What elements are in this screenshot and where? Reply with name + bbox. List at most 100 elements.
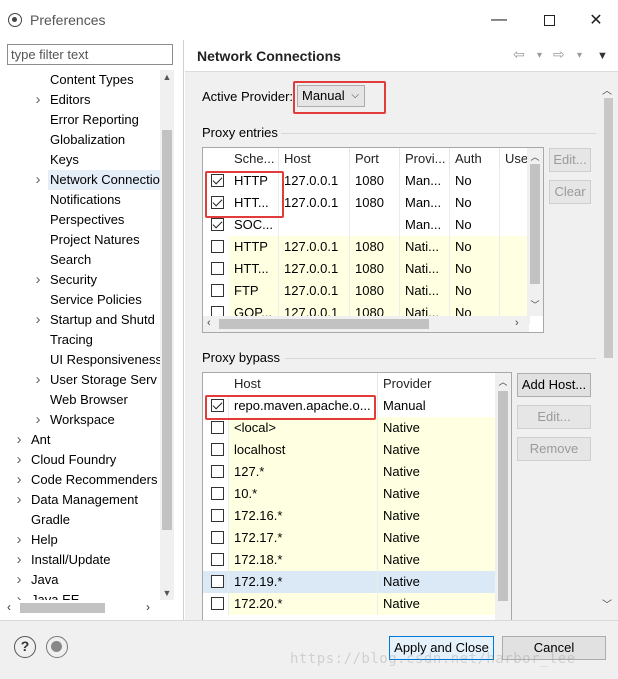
scroll-up-icon[interactable]: ︿: [495, 375, 511, 388]
edit-entry-button[interactable]: Edit...: [549, 148, 591, 172]
edit-host-button[interactable]: Edit...: [517, 405, 591, 429]
proxy-bypass-table[interactable]: Host Provider repo.maven.apache.o... Manua…: [202, 372, 512, 655]
column-header[interactable]: Use: [500, 148, 530, 170]
row-checkbox[interactable]: [211, 421, 224, 434]
clear-entries-button[interactable]: Clear: [549, 180, 591, 204]
table-row[interactable]: repo.maven.apache.o... Manual: [203, 395, 497, 417]
column-header[interactable]: Provider: [378, 373, 497, 395]
tree-item[interactable]: Cloud Foundry: [31, 450, 116, 470]
tree-item[interactable]: Startup and Shutd: [50, 310, 155, 330]
tree-item[interactable]: Project Natures: [50, 230, 140, 250]
scroll-thumb[interactable]: [219, 319, 429, 329]
scroll-thumb[interactable]: [530, 164, 540, 284]
row-checkbox[interactable]: [211, 465, 224, 478]
tree-item[interactable]: Tracing: [50, 330, 93, 350]
chevron-right-icon[interactable]: ›: [13, 490, 25, 510]
tree-item[interactable]: Security: [50, 270, 97, 290]
scroll-right-icon[interactable]: ›: [146, 600, 150, 614]
table-row[interactable]: 172.20.* Native: [203, 593, 497, 615]
scroll-up-icon[interactable]: ︿: [602, 82, 612, 97]
scroll-thumb[interactable]: [20, 603, 105, 613]
tree-item[interactable]: Service Policies: [50, 290, 142, 310]
tree-item[interactable]: User Storage Serv: [50, 370, 157, 390]
tree-item[interactable]: UI Responsiveness: [50, 350, 160, 370]
close-button[interactable]: ✕: [583, 8, 609, 32]
row-checkbox[interactable]: [211, 443, 224, 456]
tree-item[interactable]: Data Management: [31, 490, 138, 510]
tree-item[interactable]: Ant: [31, 430, 51, 450]
scroll-up-icon[interactable]: ︿: [527, 150, 543, 163]
chevron-right-icon[interactable]: ›: [13, 590, 25, 600]
chevron-right-icon[interactable]: ›: [32, 410, 44, 430]
scroll-left-icon[interactable]: ‹: [7, 600, 11, 614]
tree-item[interactable]: Network Connectio: [48, 170, 160, 190]
table-row[interactable]: 172.18.* Native: [203, 549, 497, 571]
scroll-right-icon[interactable]: ›: [515, 317, 519, 329]
forward-dropdown-icon[interactable]: ▾: [577, 50, 582, 61]
chevron-right-icon[interactable]: ›: [32, 310, 44, 330]
table-row[interactable]: 10.* Native: [203, 483, 497, 505]
row-checkbox[interactable]: [211, 487, 224, 500]
row-checkbox[interactable]: [211, 196, 224, 209]
tree-item[interactable]: Java: [31, 570, 58, 590]
column-header[interactable]: Provi...: [400, 148, 450, 170]
table-row[interactable]: HTTP 127.0.0.1 1080 Man... No: [203, 170, 530, 192]
tree-item[interactable]: Keys: [50, 150, 79, 170]
tree-item[interactable]: Search: [50, 250, 91, 270]
active-provider-select[interactable]: Manual ⌵: [297, 85, 365, 107]
row-checkbox[interactable]: [211, 284, 224, 297]
column-header[interactable]: Port: [350, 148, 400, 170]
forward-arrow-icon[interactable]: ⇨: [553, 46, 565, 63]
tree-item[interactable]: Help: [31, 530, 58, 550]
row-checkbox[interactable]: [211, 262, 224, 275]
scroll-left-icon[interactable]: ‹: [207, 317, 211, 329]
tree-item[interactable]: Perspectives: [50, 210, 124, 230]
view-menu-icon[interactable]: ▼: [597, 50, 608, 62]
tree-item[interactable]: Globalization: [50, 130, 125, 150]
table-vertical-scrollbar[interactable]: ︿ ﹀: [527, 148, 543, 316]
column-header[interactable]: Sche...: [229, 148, 279, 170]
row-checkbox[interactable]: [211, 553, 224, 566]
table-row[interactable]: 172.19.* Native: [203, 571, 497, 593]
back-arrow-icon[interactable]: ⇦: [513, 46, 525, 63]
scroll-down-icon[interactable]: ﹀: [602, 596, 612, 611]
table-horizontal-scrollbar[interactable]: ‹ ›: [203, 316, 529, 332]
tree-vertical-scrollbar[interactable]: ▲ ▼: [160, 70, 174, 600]
scroll-thumb[interactable]: [498, 391, 508, 601]
record-macro-icon[interactable]: [46, 636, 68, 658]
table-row[interactable]: <local> Native: [203, 417, 497, 439]
row-checkbox[interactable]: [211, 575, 224, 588]
table-row[interactable]: FTP 127.0.0.1 1080 Nati... No: [203, 280, 530, 302]
table-row[interactable]: 127.* Native: [203, 461, 497, 483]
tree-item[interactable]: Workspace: [50, 410, 115, 430]
chevron-right-icon[interactable]: ›: [13, 570, 25, 590]
row-checkbox[interactable]: [211, 509, 224, 522]
chevron-right-icon[interactable]: ›: [13, 450, 25, 470]
help-icon[interactable]: ?: [14, 636, 36, 658]
tree-item[interactable]: Code Recommenders: [31, 470, 157, 490]
minimize-button[interactable]: —: [486, 8, 512, 32]
column-header[interactable]: Auth: [450, 148, 500, 170]
back-dropdown-icon[interactable]: ▾: [537, 50, 542, 61]
tree-item[interactable]: Install/Update: [31, 550, 111, 570]
tree-horizontal-scrollbar[interactable]: ‹ ›: [4, 600, 160, 616]
scroll-thumb[interactable]: [162, 130, 172, 530]
table-row[interactable]: SOC... Man... No: [203, 214, 530, 236]
row-checkbox[interactable]: [211, 174, 224, 187]
chevron-right-icon[interactable]: ›: [13, 470, 25, 490]
column-header[interactable]: Host: [229, 373, 378, 395]
add-host-button[interactable]: Add Host...: [517, 373, 591, 397]
scroll-down-icon[interactable]: ▼: [160, 586, 174, 600]
tree-item[interactable]: Notifications: [50, 190, 121, 210]
proxy-entries-table[interactable]: Sche... Host Port Provi... Auth Use HTTP 127.0…: [202, 147, 544, 333]
tree-item[interactable]: Web Browser: [50, 390, 128, 410]
row-checkbox[interactable]: [211, 597, 224, 610]
remove-host-button[interactable]: Remove: [517, 437, 591, 461]
tree-item[interactable]: Content Types: [50, 70, 134, 90]
table-vertical-scrollbar[interactable]: ︿: [495, 373, 511, 654]
tree-item[interactable]: Error Reporting: [50, 110, 139, 130]
table-row[interactable]: localhost Native: [203, 439, 497, 461]
row-checkbox[interactable]: [211, 218, 224, 231]
chevron-right-icon[interactable]: ›: [32, 90, 44, 110]
filter-input[interactable]: [7, 44, 173, 65]
